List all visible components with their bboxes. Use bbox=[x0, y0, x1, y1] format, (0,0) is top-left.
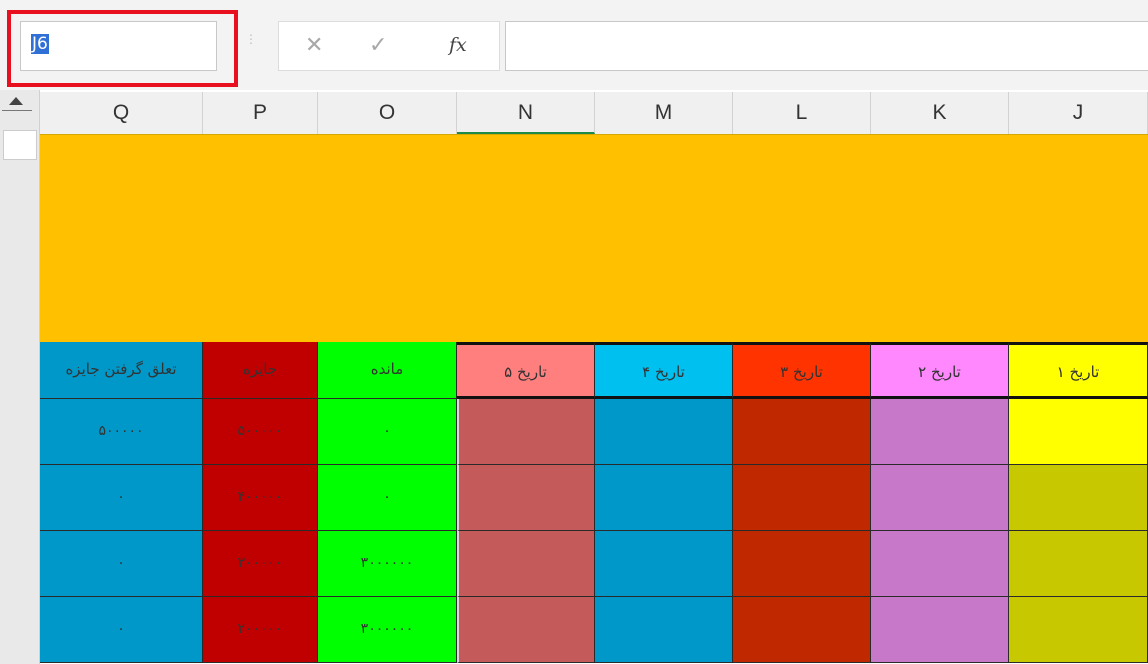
cell-q8[interactable]: ۰ bbox=[40, 465, 203, 531]
column-header-q[interactable]: Q bbox=[40, 92, 203, 134]
vertical-scrollbar[interactable] bbox=[0, 90, 40, 664]
formula-input[interactable] bbox=[505, 21, 1148, 71]
cell-o8[interactable]: ۰ bbox=[318, 465, 457, 531]
cell-q7[interactable]: ۵۰۰۰۰۰ bbox=[40, 399, 203, 465]
cell-j8[interactable] bbox=[1009, 465, 1148, 531]
cell-q10[interactable]: ۰ bbox=[40, 597, 203, 663]
cell-l10[interactable] bbox=[733, 597, 871, 663]
header-cell-n[interactable]: تاریخ ۵ bbox=[457, 342, 595, 399]
column-header-p[interactable]: P bbox=[203, 92, 318, 134]
header-cell-k[interactable]: تاریخ ۲ bbox=[871, 342, 1009, 399]
column-header-m[interactable]: M bbox=[595, 92, 733, 134]
header-cell-m[interactable]: تاریخ ۴ bbox=[595, 342, 733, 399]
column-header-j[interactable]: J bbox=[1009, 92, 1148, 134]
cell-m10[interactable] bbox=[595, 597, 733, 663]
name-box[interactable]: J6 bbox=[20, 21, 217, 71]
cell-o10[interactable]: ۳۰۰۰۰۰۰ bbox=[318, 597, 457, 663]
column-header-k[interactable]: K bbox=[871, 92, 1009, 134]
cell-q9[interactable]: ۰ bbox=[40, 531, 203, 597]
cell-p7[interactable]: ۵۰۰۰۰۰ bbox=[203, 399, 318, 465]
cell-k7[interactable] bbox=[871, 399, 1009, 465]
cell-o7[interactable]: ۰ bbox=[318, 399, 457, 465]
cell-k10[interactable] bbox=[871, 597, 1009, 663]
name-box-value[interactable]: J6 bbox=[31, 34, 49, 54]
cell-k8[interactable] bbox=[871, 465, 1009, 531]
cell-m8[interactable] bbox=[595, 465, 733, 531]
cell-n10[interactable] bbox=[457, 597, 595, 663]
formula-bar: J6 ⋮ ✕ ✓ fx bbox=[0, 0, 1148, 90]
cell-l7[interactable] bbox=[733, 399, 871, 465]
formula-bar-grip-icon[interactable]: ⋮ bbox=[245, 33, 257, 56]
header-cell-j[interactable]: تاریخ ۱ bbox=[1009, 342, 1148, 399]
cell-n9[interactable] bbox=[457, 531, 595, 597]
column-header-n[interactable]: N bbox=[457, 92, 595, 134]
header-cell-q[interactable]: تعلق گرفتن جایزه bbox=[40, 342, 203, 399]
cell-l8[interactable] bbox=[733, 465, 871, 531]
header-cell-p[interactable]: جایزه bbox=[203, 342, 318, 399]
scroll-thumb[interactable] bbox=[3, 130, 37, 160]
cell-j9[interactable] bbox=[1009, 531, 1148, 597]
header-cell-l[interactable]: تاریخ ۳ bbox=[733, 342, 871, 399]
cell-p8[interactable]: ۴۰۰۰۰۰ bbox=[203, 465, 318, 531]
cell-l9[interactable] bbox=[733, 531, 871, 597]
header-cell-o[interactable]: مانده bbox=[318, 342, 457, 399]
cell-j10[interactable] bbox=[1009, 597, 1148, 663]
enter-icon[interactable]: ✓ bbox=[369, 32, 387, 58]
cell-k9[interactable] bbox=[871, 531, 1009, 597]
cell-n8[interactable] bbox=[457, 465, 595, 531]
cell-n7[interactable] bbox=[457, 399, 595, 465]
banner-row[interactable] bbox=[40, 134, 1148, 342]
scroll-up-icon[interactable] bbox=[9, 97, 23, 105]
cell-m7[interactable] bbox=[595, 399, 733, 465]
spreadsheet-grid: QPONMLKJ تعلق گرفتن جایزه ۵۰۰۰۰۰ ۰ ۰ ۰ جایزه ۵… bbox=[0, 90, 1148, 664]
formula-buttons: ✕ ✓ fx bbox=[278, 21, 500, 71]
column-headers: QPONMLKJ bbox=[40, 92, 1148, 134]
cell-m9[interactable] bbox=[595, 531, 733, 597]
scroll-divider bbox=[2, 110, 32, 111]
cell-j7[interactable] bbox=[1009, 399, 1148, 465]
column-header-l[interactable]: L bbox=[733, 92, 871, 134]
insert-function-icon[interactable]: fx bbox=[449, 34, 467, 56]
cancel-icon[interactable]: ✕ bbox=[305, 32, 323, 58]
cell-p10[interactable]: ۲۰۰۰۰۰ bbox=[203, 597, 318, 663]
column-header-o[interactable]: O bbox=[318, 92, 457, 134]
cell-p9[interactable]: ۳۰۰۰۰۰ bbox=[203, 531, 318, 597]
cell-o9[interactable]: ۳۰۰۰۰۰۰ bbox=[318, 531, 457, 597]
